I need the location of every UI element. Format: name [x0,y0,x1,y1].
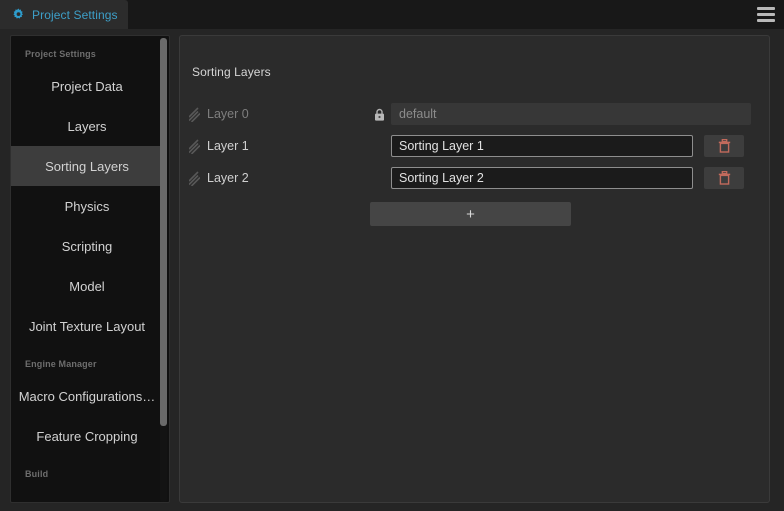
sidebar-item-physics[interactable]: Physics [11,186,163,226]
sorting-layers-list: Layer 0 default Layer 1 Sorting Layer 1 Laye… [180,98,769,194]
tab-bar: Project Settings [0,0,784,29]
sorting-layer-row: Layer 0 default [180,98,769,130]
sidebar-scrollbar-track[interactable] [160,38,167,502]
drag-handle-icon[interactable] [189,138,200,154]
trash-icon [718,139,730,153]
sorting-layer-label: Layer 0 [207,107,249,121]
trash-icon [718,171,730,185]
hamburger-line [757,19,775,22]
sidebar-item-label: Feature Cropping [36,428,138,444]
drag-handle-icon[interactable] [189,170,200,186]
tab-bar-empty-area [128,0,784,29]
sidebar-item-joint-texture-layout[interactable]: Joint Texture Layout [11,306,163,346]
sidebar-item-macro-configurations[interactable]: Macro Configurations… [11,376,163,416]
sidebar-item-label: Scripting [61,238,113,254]
content-area: Project Settings Project Data Layers Sortin… [0,29,784,511]
lock-icon [375,108,384,121]
sidebar-item-layers[interactable]: Layers [11,106,163,146]
add-sorting-layer-button[interactable]: + [370,202,571,226]
sidebar-item-label: Layers [67,118,107,134]
page-title: Sorting Layers [192,65,271,79]
sidebar-section-header: Project Settings [25,49,96,59]
tab-label: Project Settings [32,7,118,22]
sidebar-item-label: Model [69,278,105,294]
project-settings-window: Project Settings Project Settings Project… [0,0,784,511]
drag-handle-icon[interactable] [189,106,200,122]
sidebar-scrollbar-thumb[interactable] [160,38,167,426]
sidebar-item-label: Macro Configurations… [18,388,156,404]
sorting-layers-panel: Sorting Layers Layer 0 default Layer 1 Sort… [179,35,770,503]
sidebar-item-model[interactable]: Model [11,266,163,306]
sidebar-section-header: Build [25,469,49,479]
settings-sidebar: Project Settings Project Data Layers Sortin… [10,35,170,503]
gear-icon [13,8,23,19]
tab-project-settings[interactable]: Project Settings [0,0,128,29]
sidebar-item-feature-cropping[interactable]: Feature Cropping [11,416,163,456]
delete-sorting-layer-button[interactable] [704,167,744,189]
sidebar-item-label: Project Data [51,78,123,94]
hamburger-icon[interactable] [757,7,775,22]
delete-sorting-layer-button[interactable] [704,135,744,157]
sidebar-item-sorting-layers[interactable]: Sorting Layers [11,146,163,186]
sidebar-item-label: Joint Texture Layout [28,318,146,334]
sidebar-item-project-data[interactable]: Project Data [11,66,163,106]
sidebar-list[interactable]: Project Settings Project Data Layers Sortin… [11,36,163,502]
sorting-layer-name-readonly: default [391,103,751,125]
sorting-layer-label: Layer 1 [207,139,249,153]
sorting-layer-row: Layer 2 Sorting Layer 2 [180,162,769,194]
hamburger-line [757,7,775,10]
hamburger-line [757,13,775,16]
sidebar-section-header: Engine Manager [25,359,97,369]
sorting-layer-name-input[interactable]: Sorting Layer 1 [391,135,693,157]
sidebar-item-label: Sorting Layers [45,158,129,174]
sidebar-item-label: Physics [64,198,110,214]
sorting-layer-name-input[interactable]: Sorting Layer 2 [391,167,693,189]
sidebar-item-scripting[interactable]: Scripting [11,226,163,266]
sorting-layer-row: Layer 1 Sorting Layer 1 [180,130,769,162]
sorting-layer-label: Layer 2 [207,171,249,185]
